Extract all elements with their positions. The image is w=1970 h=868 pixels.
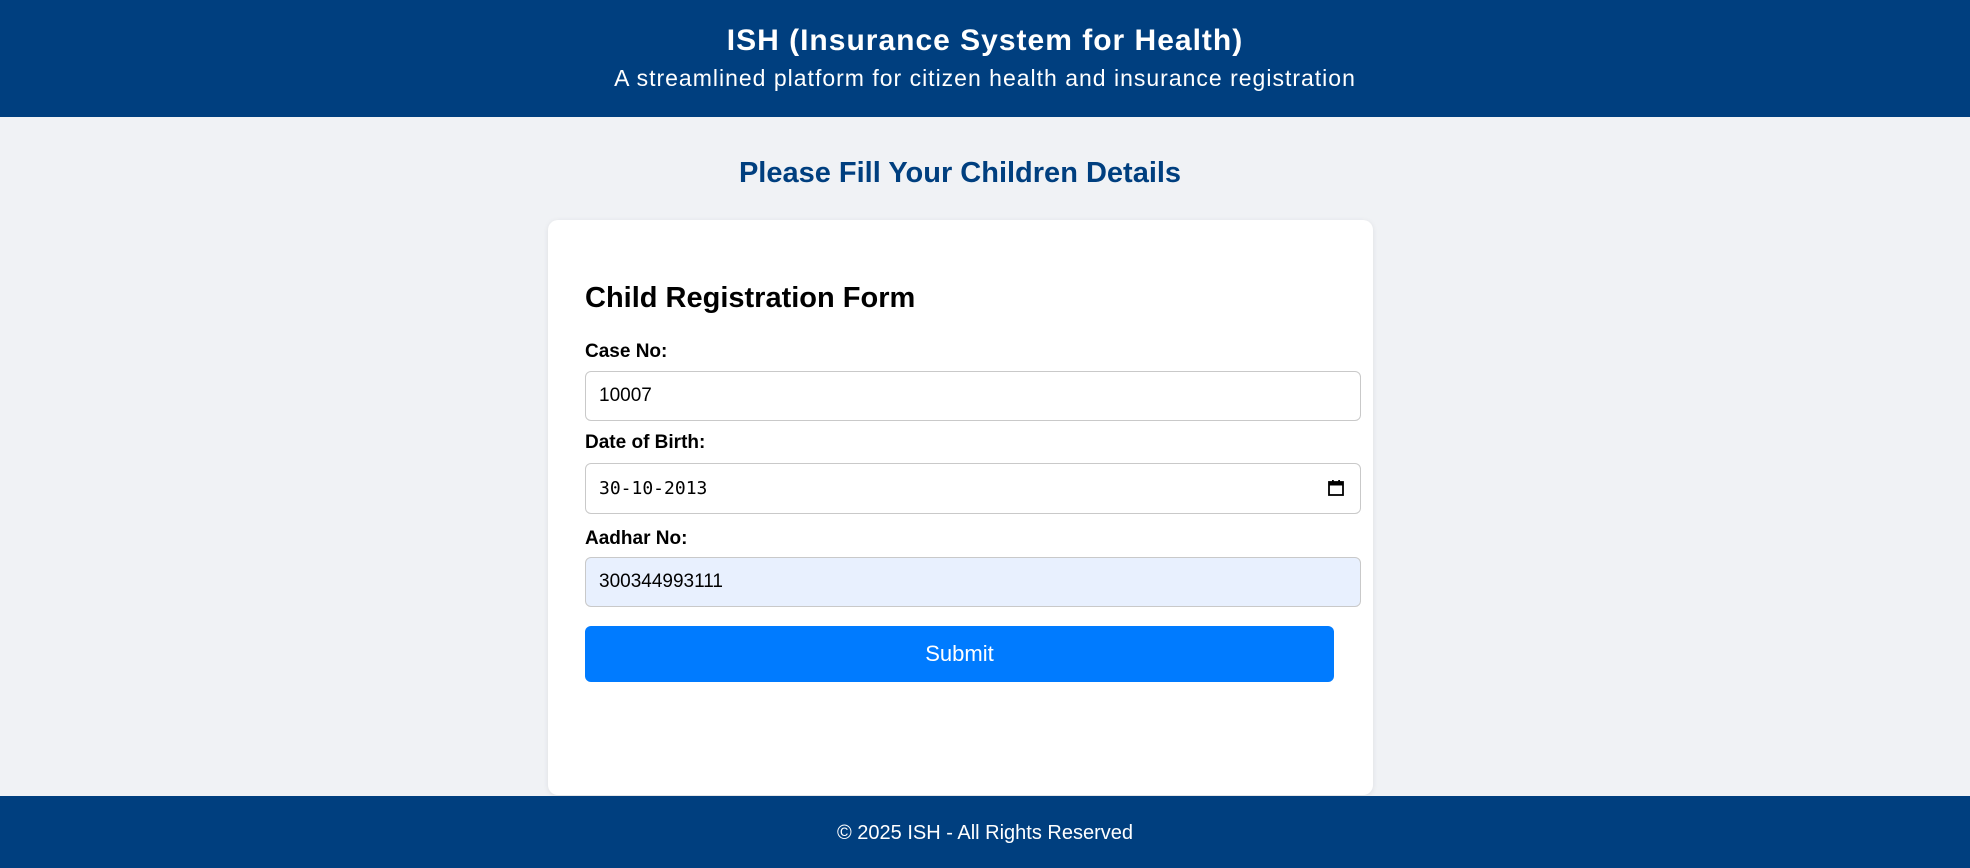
case-no-label: Case No: [585, 341, 668, 362]
case-no-input[interactable] [585, 371, 1361, 421]
site-header: ISH (Insurance System for Health) A stre… [0, 0, 1970, 117]
app-subtitle: A streamlined platform for citizen healt… [614, 65, 1356, 91]
date-of-birth-input[interactable]: 30-10-2013 [585, 463, 1361, 514]
date-of-birth-value: 30-10-2013 [599, 478, 708, 499]
aadhar-no-input[interactable] [585, 557, 1361, 607]
site-footer: © 2025 ISH - All Rights Reserved [0, 796, 1970, 868]
aadhar-no-label: Aadhar No: [585, 528, 688, 549]
footer-copyright: © 2025 ISH - All Rights Reserved [837, 822, 1133, 844]
app-title: ISH (Insurance System for Health) [726, 24, 1244, 57]
calendar-icon[interactable] [1327, 479, 1345, 497]
form-title: Child Registration Form [585, 282, 916, 314]
submit-button[interactable]: Submit [585, 626, 1334, 682]
child-registration-card: Child Registration Form Case No: Date of… [548, 220, 1373, 795]
date-of-birth-label: Date of Birth: [585, 432, 706, 453]
page-heading: Please Fill Your Children Details [738, 157, 1182, 189]
